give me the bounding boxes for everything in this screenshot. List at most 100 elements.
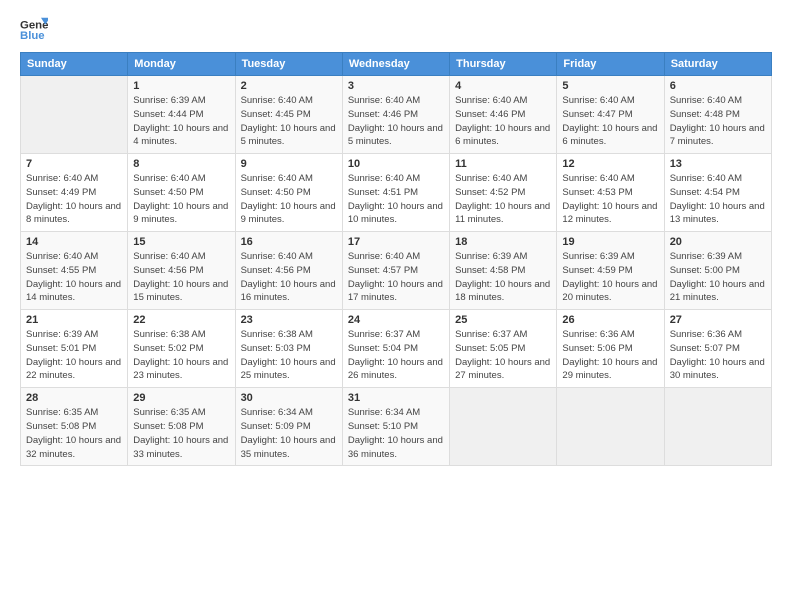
day-number: 9 bbox=[241, 158, 337, 170]
calendar-cell: 3Sunrise: 6:40 AMSunset: 4:46 PMDaylight… bbox=[342, 76, 449, 154]
calendar-cell: 6Sunrise: 6:40 AMSunset: 4:48 PMDaylight… bbox=[664, 76, 771, 154]
day-number: 26 bbox=[562, 314, 658, 326]
calendar-cell: 4 Sunrise: 6:40 AMSunset: 4:46 PMDaylight… bbox=[450, 76, 557, 154]
day-info: Sunrise: 6:40 AMSunset: 4:56 PMDaylight:… bbox=[241, 250, 337, 305]
day-info: Sunrise: 6:39 AMSunset: 5:01 PMDaylight:… bbox=[26, 328, 122, 383]
calendar-cell: 13 Sunrise: 6:40 AMSunset: 4:54 PMDayligh… bbox=[664, 154, 771, 232]
calendar-cell: 19 Sunrise: 6:39 AMSunset: 4:59 PMDayligh… bbox=[557, 232, 664, 310]
logo-icon: General Blue bbox=[20, 16, 48, 44]
day-info: Sunrise: 6:40 AMSunset: 4:45 PMDaylight:… bbox=[241, 94, 337, 149]
day-info: Sunrise: 6:36 AMSunset: 5:07 PMDaylight:… bbox=[670, 328, 766, 383]
day-info: Sunrise: 6:40 AMSunset: 4:56 PMDaylight:… bbox=[133, 250, 229, 305]
day-number: 25 bbox=[455, 314, 551, 326]
calendar-row-1: 7Sunrise: 6:40 AMSunset: 4:49 PMDaylight… bbox=[21, 154, 772, 232]
calendar-cell bbox=[664, 388, 771, 466]
svg-text:Blue: Blue bbox=[20, 30, 45, 42]
calendar-cell: 21 Sunrise: 6:39 AMSunset: 5:01 PMDayligh… bbox=[21, 310, 128, 388]
day-info: Sunrise: 6:40 AMSunset: 4:54 PMDaylight:… bbox=[670, 172, 766, 227]
calendar-cell: 8 Sunrise: 6:40 AMSunset: 4:50 PMDaylight… bbox=[128, 154, 235, 232]
day-info: Sunrise: 6:39 AMSunset: 4:44 PMDaylight:… bbox=[133, 94, 229, 149]
day-number: 12 bbox=[562, 158, 658, 170]
day-info: Sunrise: 6:40 AMSunset: 4:48 PMDaylight:… bbox=[670, 94, 766, 149]
calendar-cell: 27 Sunrise: 6:36 AMSunset: 5:07 PMDayligh… bbox=[664, 310, 771, 388]
day-number: 14 bbox=[26, 236, 122, 248]
day-number: 27 bbox=[670, 314, 766, 326]
weekday-header-row: SundayMondayTuesdayWednesdayThursdayFrid… bbox=[21, 53, 772, 76]
day-info: Sunrise: 6:40 AMSunset: 4:51 PMDaylight:… bbox=[348, 172, 444, 227]
day-number: 24 bbox=[348, 314, 444, 326]
calendar-cell bbox=[450, 388, 557, 466]
day-number: 20 bbox=[670, 236, 766, 248]
day-number: 31 bbox=[348, 392, 444, 404]
calendar-cell: 26Sunrise: 6:36 AMSunset: 5:06 PMDayligh… bbox=[557, 310, 664, 388]
weekday-header-tuesday: Tuesday bbox=[235, 53, 342, 76]
calendar-cell bbox=[557, 388, 664, 466]
day-info: Sunrise: 6:40 AMSunset: 4:50 PMDaylight:… bbox=[241, 172, 337, 227]
calendar-table: SundayMondayTuesdayWednesdayThursdayFrid… bbox=[20, 52, 772, 466]
day-number: 18 bbox=[455, 236, 551, 248]
calendar-row-4: 28Sunrise: 6:35 AMSunset: 5:08 PMDayligh… bbox=[21, 388, 772, 466]
day-info: Sunrise: 6:39 AMSunset: 5:00 PMDaylight:… bbox=[670, 250, 766, 305]
day-number: 1 bbox=[133, 80, 229, 92]
calendar-cell bbox=[21, 76, 128, 154]
calendar-cell: 1 Sunrise: 6:39 AMSunset: 4:44 PMDaylight… bbox=[128, 76, 235, 154]
day-number: 16 bbox=[241, 236, 337, 248]
calendar-cell: 23 Sunrise: 6:38 AMSunset: 5:03 PMDayligh… bbox=[235, 310, 342, 388]
day-info: Sunrise: 6:40 AMSunset: 4:47 PMDaylight:… bbox=[562, 94, 658, 149]
day-number: 11 bbox=[455, 158, 551, 170]
calendar-cell: 16 Sunrise: 6:40 AMSunset: 4:56 PMDayligh… bbox=[235, 232, 342, 310]
calendar-row-0: 1 Sunrise: 6:39 AMSunset: 4:44 PMDaylight… bbox=[21, 76, 772, 154]
day-info: Sunrise: 6:38 AMSunset: 5:03 PMDaylight:… bbox=[241, 328, 337, 383]
day-number: 13 bbox=[670, 158, 766, 170]
calendar-cell: 22Sunrise: 6:38 AMSunset: 5:02 PMDayligh… bbox=[128, 310, 235, 388]
day-number: 19 bbox=[562, 236, 658, 248]
weekday-header-sunday: Sunday bbox=[21, 53, 128, 76]
day-info: Sunrise: 6:40 AMSunset: 4:55 PMDaylight:… bbox=[26, 250, 122, 305]
day-number: 4 bbox=[455, 80, 551, 92]
day-info: Sunrise: 6:40 AMSunset: 4:53 PMDaylight:… bbox=[562, 172, 658, 227]
weekday-header-saturday: Saturday bbox=[664, 53, 771, 76]
day-number: 5 bbox=[562, 80, 658, 92]
calendar-cell: 9 Sunrise: 6:40 AMSunset: 4:50 PMDaylight… bbox=[235, 154, 342, 232]
day-info: Sunrise: 6:34 AMSunset: 5:09 PMDaylight:… bbox=[241, 406, 337, 461]
day-number: 22 bbox=[133, 314, 229, 326]
day-info: Sunrise: 6:35 AMSunset: 5:08 PMDaylight:… bbox=[133, 406, 229, 461]
logo: General Blue bbox=[20, 16, 48, 44]
calendar-cell: 10 Sunrise: 6:40 AMSunset: 4:51 PMDayligh… bbox=[342, 154, 449, 232]
weekday-header-wednesday: Wednesday bbox=[342, 53, 449, 76]
day-info: Sunrise: 6:37 AMSunset: 5:05 PMDaylight:… bbox=[455, 328, 551, 383]
calendar-cell: 12 Sunrise: 6:40 AMSunset: 4:53 PMDayligh… bbox=[557, 154, 664, 232]
calendar-cell: 20 Sunrise: 6:39 AMSunset: 5:00 PMDayligh… bbox=[664, 232, 771, 310]
day-number: 3 bbox=[348, 80, 444, 92]
calendar-cell: 15 Sunrise: 6:40 AMSunset: 4:56 PMDayligh… bbox=[128, 232, 235, 310]
day-info: Sunrise: 6:37 AMSunset: 5:04 PMDaylight:… bbox=[348, 328, 444, 383]
day-number: 23 bbox=[241, 314, 337, 326]
day-number: 2 bbox=[241, 80, 337, 92]
calendar-cell: 5 Sunrise: 6:40 AMSunset: 4:47 PMDaylight… bbox=[557, 76, 664, 154]
weekday-header-friday: Friday bbox=[557, 53, 664, 76]
day-number: 30 bbox=[241, 392, 337, 404]
day-number: 17 bbox=[348, 236, 444, 248]
day-number: 10 bbox=[348, 158, 444, 170]
calendar-cell: 30 Sunrise: 6:34 AMSunset: 5:09 PMDayligh… bbox=[235, 388, 342, 466]
day-number: 15 bbox=[133, 236, 229, 248]
day-info: Sunrise: 6:40 AMSunset: 4:46 PMDaylight:… bbox=[455, 94, 551, 149]
day-info: Sunrise: 6:40 AMSunset: 4:52 PMDaylight:… bbox=[455, 172, 551, 227]
day-info: Sunrise: 6:35 AMSunset: 5:08 PMDaylight:… bbox=[26, 406, 122, 461]
calendar-cell: 29Sunrise: 6:35 AMSunset: 5:08 PMDayligh… bbox=[128, 388, 235, 466]
calendar-cell: 28Sunrise: 6:35 AMSunset: 5:08 PMDayligh… bbox=[21, 388, 128, 466]
calendar-cell: 25 Sunrise: 6:37 AMSunset: 5:05 PMDayligh… bbox=[450, 310, 557, 388]
day-info: Sunrise: 6:40 AMSunset: 4:57 PMDaylight:… bbox=[348, 250, 444, 305]
day-info: Sunrise: 6:40 AMSunset: 4:49 PMDaylight:… bbox=[26, 172, 122, 227]
day-info: Sunrise: 6:39 AMSunset: 4:58 PMDaylight:… bbox=[455, 250, 551, 305]
calendar-cell: 18 Sunrise: 6:39 AMSunset: 4:58 PMDayligh… bbox=[450, 232, 557, 310]
calendar-cell: 7Sunrise: 6:40 AMSunset: 4:49 PMDaylight… bbox=[21, 154, 128, 232]
calendar-cell: 11 Sunrise: 6:40 AMSunset: 4:52 PMDayligh… bbox=[450, 154, 557, 232]
day-number: 21 bbox=[26, 314, 122, 326]
calendar-cell: 2 Sunrise: 6:40 AMSunset: 4:45 PMDaylight… bbox=[235, 76, 342, 154]
day-number: 8 bbox=[133, 158, 229, 170]
day-info: Sunrise: 6:39 AMSunset: 4:59 PMDaylight:… bbox=[562, 250, 658, 305]
day-info: Sunrise: 6:40 AMSunset: 4:50 PMDaylight:… bbox=[133, 172, 229, 227]
calendar-cell: 24 Sunrise: 6:37 AMSunset: 5:04 PMDayligh… bbox=[342, 310, 449, 388]
calendar-cell: 31Sunrise: 6:34 AMSunset: 5:10 PMDayligh… bbox=[342, 388, 449, 466]
